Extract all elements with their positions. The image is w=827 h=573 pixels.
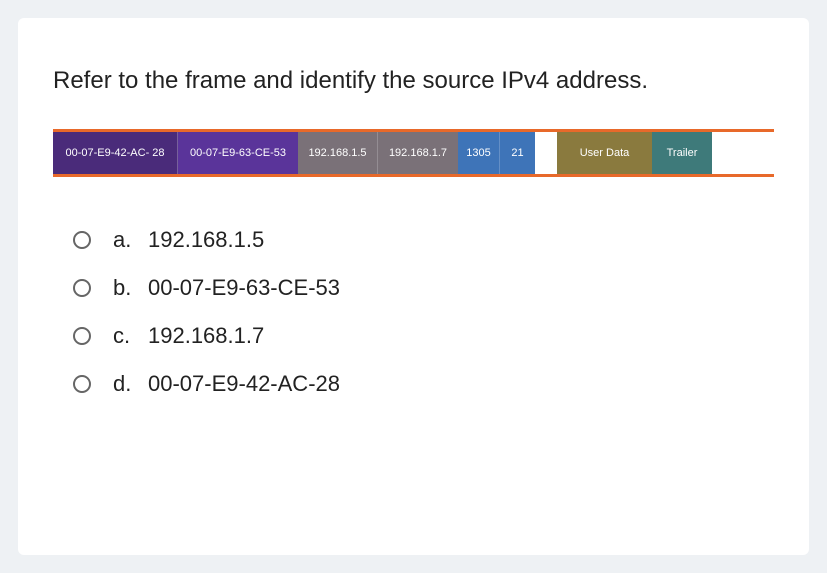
option-letter: a. — [113, 227, 148, 253]
option-letter: c. — [113, 323, 148, 349]
frame-segment-dest-mac: 00-07-E9-42-AC- 28 — [53, 132, 178, 174]
options-list: a. 192.168.1.5 b. 00-07-E9-63-CE-53 c. 1… — [53, 227, 774, 397]
radio-icon — [73, 279, 91, 297]
question-card: Refer to the frame and identify the sour… — [18, 18, 809, 555]
frame-segment-src-ip: 192.168.1.5 — [298, 132, 378, 174]
option-letter: b. — [113, 275, 148, 301]
frame-segment-trailer: Trailer — [652, 132, 712, 174]
option-d[interactable]: d. 00-07-E9-42-AC-28 — [73, 371, 774, 397]
option-c[interactable]: c. 192.168.1.7 — [73, 323, 774, 349]
option-letter: d. — [113, 371, 148, 397]
option-text: 192.168.1.7 — [148, 323, 264, 349]
option-b[interactable]: b. 00-07-E9-63-CE-53 — [73, 275, 774, 301]
option-text: 00-07-E9-42-AC-28 — [148, 371, 340, 397]
option-a[interactable]: a. 192.168.1.5 — [73, 227, 774, 253]
question-text: Refer to the frame and identify the sour… — [53, 63, 774, 99]
radio-icon — [73, 375, 91, 393]
radio-icon — [73, 327, 91, 345]
frame-diagram: 00-07-E9-42-AC- 28 00-07-E9-63-CE-53 192… — [53, 129, 774, 177]
frame-segment-gap — [535, 132, 557, 174]
option-text: 192.168.1.5 — [148, 227, 264, 253]
frame-segment-user-data: User Data — [557, 132, 652, 174]
frame-segment-src-port: 1305 — [458, 132, 500, 174]
option-text: 00-07-E9-63-CE-53 — [148, 275, 340, 301]
frame-segment-dest-ip: 192.168.1.7 — [378, 132, 458, 174]
frame-segment-src-mac: 00-07-E9-63-CE-53 — [178, 132, 298, 174]
radio-icon — [73, 231, 91, 249]
frame-segment-dest-port: 21 — [500, 132, 535, 174]
